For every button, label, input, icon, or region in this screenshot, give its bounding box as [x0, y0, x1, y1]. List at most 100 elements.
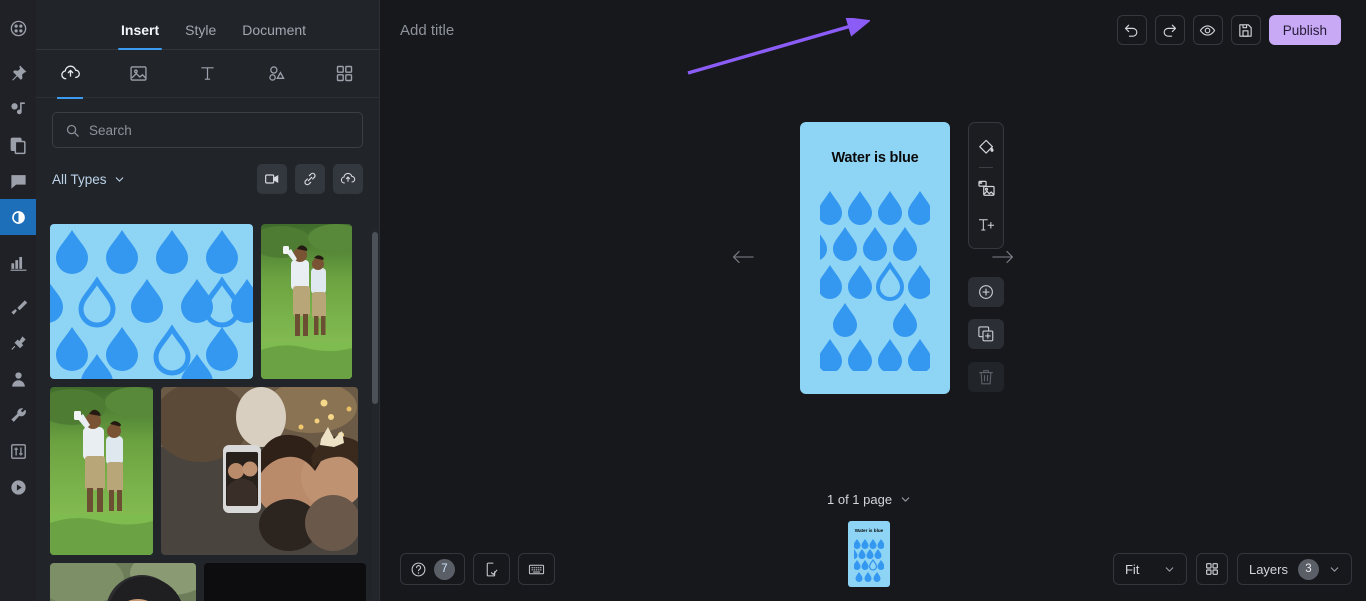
add-circle-icon: [979, 285, 993, 299]
page-thumbnail-pattern: [854, 539, 884, 583]
prev-page-arrow[interactable]: [732, 249, 754, 270]
canvas-page-card[interactable]: Water is blue: [800, 122, 950, 394]
subtab-shapes[interactable]: [242, 50, 311, 98]
rail-item-design[interactable]: [0, 199, 41, 235]
trash-icon: [979, 370, 993, 385]
filter-row: All Types: [52, 155, 363, 203]
save-button[interactable]: [1230, 15, 1261, 45]
upload-file-button[interactable]: [333, 164, 363, 194]
grid-view-button[interactable]: [1195, 553, 1228, 585]
rail-item-pages[interactable]: [0, 127, 36, 163]
search-input[interactable]: [89, 122, 350, 138]
help-circle-icon: [411, 562, 426, 576]
rail-item-dashboard[interactable]: [0, 10, 36, 46]
keyboard-shortcuts-button[interactable]: [518, 553, 555, 585]
photo-petals-art: [203, 563, 366, 601]
search-box[interactable]: [52, 112, 363, 148]
add-text-icon: [978, 218, 994, 231]
tab-insert[interactable]: Insert: [108, 22, 172, 50]
photo-boys-field-art-2: [50, 387, 153, 555]
text-icon: [201, 67, 214, 80]
gallery-row: [50, 563, 366, 601]
rail-item-analytics[interactable]: [0, 244, 36, 280]
eye-icon: [1199, 24, 1216, 36]
thumbnail-colorful-petals[interactable]: [203, 563, 366, 601]
apps-grid-icon: [336, 65, 353, 82]
insert-sidebar: Insert Style Document Search All Types: [36, 0, 380, 601]
tab-style[interactable]: Style: [172, 22, 229, 49]
droplet-pattern-art: [820, 189, 930, 371]
mobile-check-icon: [486, 562, 498, 576]
rail-item-brush[interactable]: [0, 289, 36, 325]
rail-item-wrench[interactable]: [0, 397, 36, 433]
add-video-button[interactable]: [257, 164, 287, 194]
page-selector[interactable]: 1 of 1 page: [827, 492, 911, 507]
rail-item-comment[interactable]: [0, 163, 36, 199]
thumbnail-two-boys-selfie-field-2[interactable]: [50, 387, 153, 555]
rail-item-play[interactable]: [0, 469, 36, 505]
upload-cloud-icon: [61, 65, 80, 80]
app-root: Insert Style Document Search All Types A…: [0, 0, 1366, 601]
thumbnail-water-droplet-pattern[interactable]: [50, 224, 253, 379]
next-page-arrow[interactable]: [992, 249, 1014, 270]
preview-button[interactable]: [1192, 15, 1223, 45]
sidebar-scrollbar-thumb[interactable]: [372, 232, 378, 404]
add-link-button[interactable]: [295, 164, 325, 194]
editor-actions: Publish: [1116, 15, 1352, 45]
rail-item-media-music[interactable]: [0, 91, 36, 127]
thumbnail-two-women-phone-party[interactable]: [161, 387, 358, 555]
zoom-dropdown[interactable]: Fit: [1112, 553, 1187, 585]
undo-button[interactable]: [1116, 15, 1147, 45]
droplet-pattern-art: [854, 539, 884, 583]
add-page-button[interactable]: [968, 277, 1004, 307]
save-floppy-icon: [1239, 23, 1252, 37]
delete-page-button[interactable]: [968, 362, 1004, 392]
thumbnail-two-boys-selfie-field[interactable]: [261, 224, 352, 379]
gallery-row: [50, 387, 366, 555]
all-types-dropdown[interactable]: All Types: [52, 172, 125, 187]
redo-button[interactable]: [1154, 15, 1185, 45]
duplicate-page-button[interactable]: [968, 319, 1004, 349]
keyboard-icon: [528, 564, 545, 574]
search-section: [36, 98, 379, 148]
video-icon: [265, 174, 279, 184]
page-thumbnail[interactable]: Water is blue: [848, 521, 890, 587]
page-selector-label: 1 of 1 page: [827, 492, 893, 507]
rail-item-pin[interactable]: [0, 55, 36, 91]
arrow-right-icon: [992, 250, 1013, 264]
all-types-label: All Types: [52, 171, 107, 187]
add-text-button[interactable]: [968, 206, 1004, 242]
subtab-apps[interactable]: [310, 50, 379, 98]
tab-document[interactable]: Document: [229, 22, 319, 49]
mobile-check-button[interactable]: [473, 553, 510, 585]
layers-label: Layers: [1248, 561, 1288, 577]
tab-style-label: Style: [185, 22, 217, 38]
chevron-down-icon: [901, 497, 910, 502]
layers-dropdown[interactable]: Layers 3: [1236, 553, 1352, 585]
add-image-button[interactable]: [968, 170, 1004, 206]
upload-cloud-icon: [340, 172, 356, 184]
rail-item-user[interactable]: [0, 361, 36, 397]
publish-button[interactable]: Publish: [1268, 15, 1341, 45]
filter-buttons: [257, 164, 363, 194]
arrow-left-icon: [733, 250, 754, 264]
subtab-upload[interactable]: [36, 50, 105, 98]
help-button[interactable]: 7: [400, 553, 465, 585]
rail-item-plug[interactable]: [0, 325, 36, 361]
subtab-images[interactable]: [105, 50, 174, 98]
canvas-card-title[interactable]: Water is blue: [800, 122, 950, 166]
thumbnail-person-portrait[interactable]: [50, 563, 196, 601]
toolbar-divider: [979, 167, 993, 168]
document-title-input[interactable]: Add title: [400, 22, 454, 39]
rail-item-sliders[interactable]: [0, 433, 36, 469]
bottom-left-tools: 7: [400, 553, 555, 585]
help-badge: 7: [434, 558, 455, 580]
page-thumbnail-title: Water is blue: [854, 528, 884, 533]
fill-color-button[interactable]: [968, 129, 1004, 165]
canvas-droplet-pattern[interactable]: [820, 189, 930, 371]
undo-icon: [1125, 24, 1138, 37]
editor-topbar: Add title Publish: [380, 0, 1366, 60]
sidebar-tab-bar: Insert Style Document: [36, 0, 379, 50]
subtab-text[interactable]: [173, 50, 242, 98]
zoom-label: Fit: [1124, 561, 1140, 577]
